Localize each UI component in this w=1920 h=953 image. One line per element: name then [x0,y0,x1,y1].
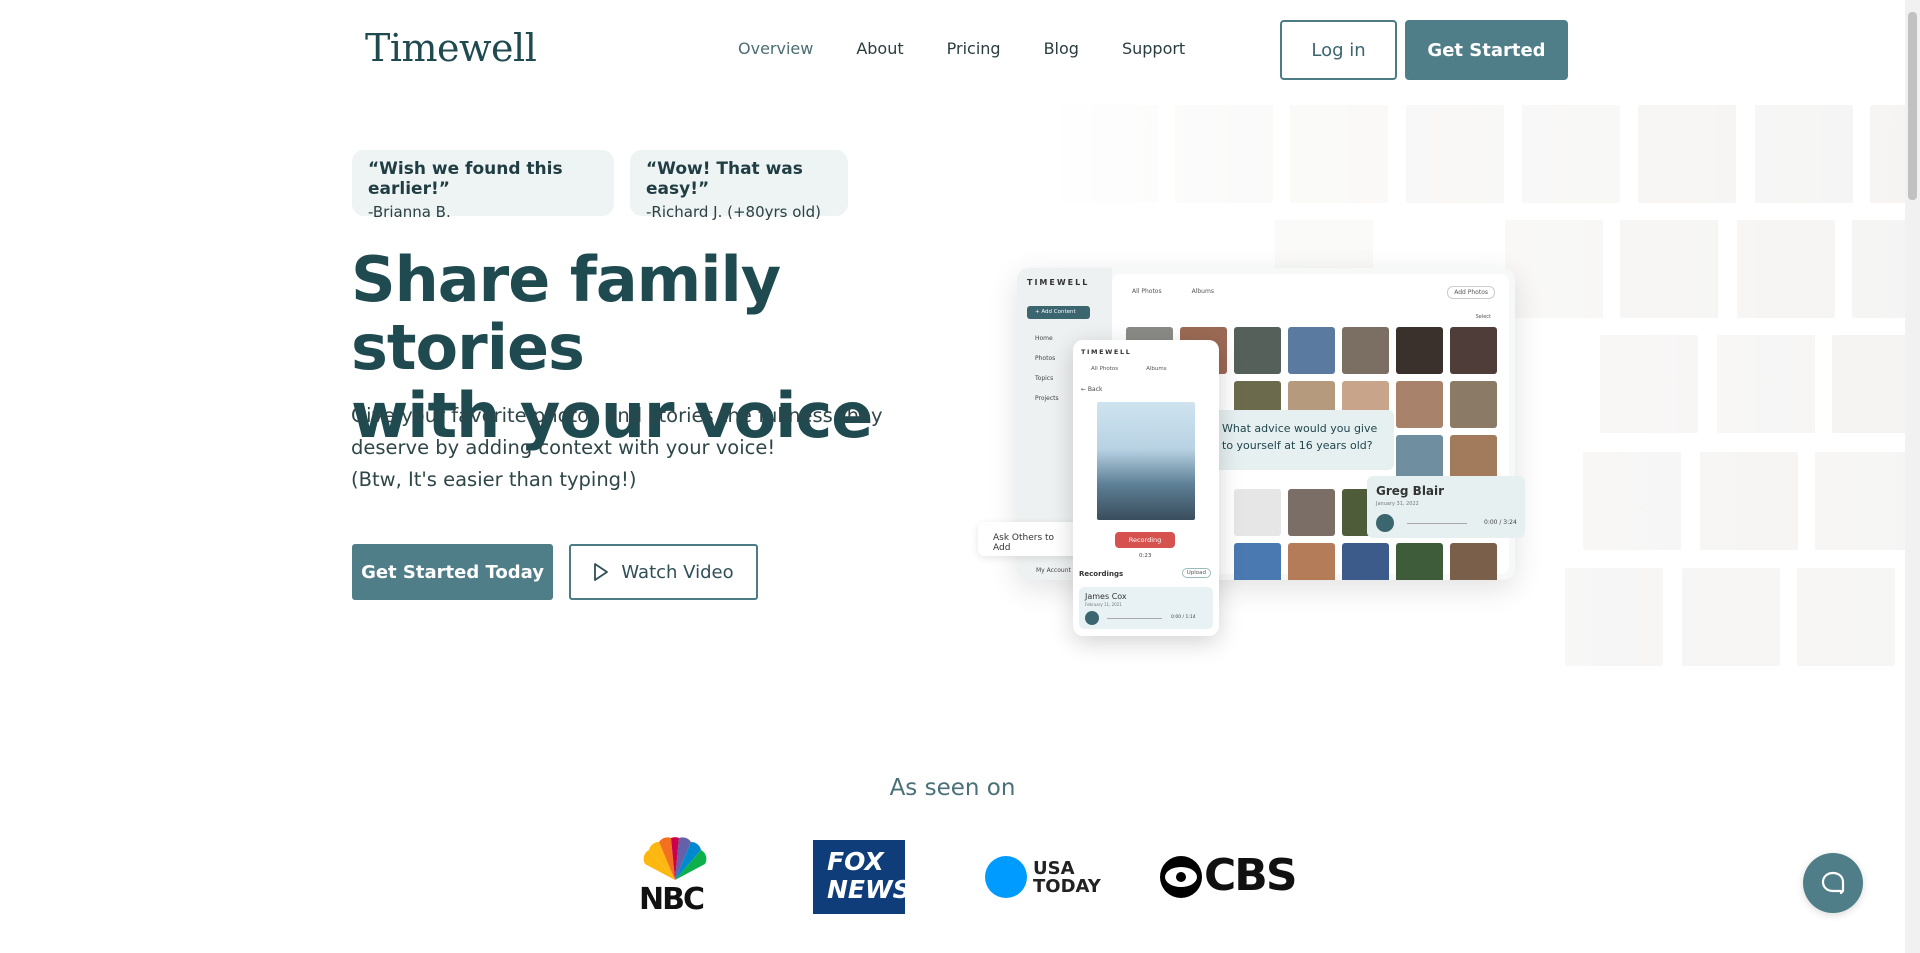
audio-date: January 31, 2022 [1376,501,1419,507]
cbs-wordmark: CBS [1204,850,1298,901]
testimonial-text: “Wow! That was easy!” [646,159,803,199]
hero-subtext-line: Give your favorite photos and stories th… [351,404,883,427]
phone-recordings-label: Recordings [1079,570,1124,578]
nav-link-overview[interactable]: Overview [738,39,813,58]
testimonial-card: “Wow! That was easy!” -Richard J. (+80yr… [630,150,848,221]
play-icon [1085,611,1099,625]
play-icon [594,563,609,581]
mockup-my-account: My Account [1036,567,1071,574]
testimonial-card: “Wish we found this earlier!” -Brianna B… [352,150,614,221]
nav-link-pricing[interactable]: Pricing [947,39,1001,58]
page-scrollbar[interactable] [1905,0,1920,953]
mockup-menu-item: Home [1035,335,1053,342]
mockup-phone: TIMEWELL All Photos Albums ← Back Record… [1073,340,1219,636]
usa-today-wordmark: USA TODAY [1033,858,1101,897]
mockup-select: Select [1475,314,1491,320]
phone-recording-card: James Cox February 11, 2021 0:00 / 1:14 [1079,587,1213,629]
nav-link-about[interactable]: About [856,39,903,58]
watch-video-button[interactable]: Watch Video [569,544,758,600]
mockup-tab: Albums [1191,288,1214,295]
testimonial-author: -Richard J. (+80yrs old) [646,203,821,221]
mockup-audio-card: Greg Blair January 31, 2022 0:00 / 3:24 [1367,476,1525,538]
phone-card-name: James Cox [1085,592,1127,601]
nav-links: Overview About Pricing Blog Support [738,39,1228,58]
mockup-ask-others: Ask Others to Add [978,522,1078,556]
testimonial-text: “Wish we found this earlier!” [368,159,563,199]
nbc-peacock-icon [643,837,707,880]
phone-tab: All Photos [1091,366,1119,372]
nav-link-blog[interactable]: Blog [1044,39,1079,58]
cbs-eye-icon [1160,856,1202,898]
watch-video-label: Watch Video [621,561,734,583]
phone-back: ← Back [1081,386,1103,393]
testimonial-author: -Brianna B. [368,203,451,221]
audio-time: 0:00 / 3:24 [1484,519,1517,526]
phone-tab: Albums [1146,366,1167,372]
hero-subtext-line: deserve by adding context with your voic… [351,436,776,459]
phone-card-time: 0:00 / 1:14 [1171,615,1196,620]
nav-link-support[interactable]: Support [1122,39,1185,58]
phone-progress-bar [1107,618,1162,619]
mockup-menu-item: Topics [1035,375,1054,382]
usa-today-dot-icon [985,856,1027,898]
fox-news-logo: FOX NEWS [813,840,911,914]
phone-photo [1097,402,1195,520]
hero-subtext-line: (Btw, It's easier than typing!) [351,468,637,491]
play-icon [1376,514,1394,532]
as-seen-on-title: As seen on [889,775,1016,801]
phone-logo: TIMEWELL [1081,348,1132,356]
phone-time: 0:23 [1139,553,1152,559]
mockup-question: What advice would you give to yourself a… [1214,410,1394,470]
login-button[interactable]: Log in [1280,20,1397,80]
get-started-button[interactable]: Get Started [1405,20,1568,80]
hero-headline-line: Share family stories [351,243,781,384]
top-nav: Timewell Overview About Pricing Blog Sup… [0,0,1905,100]
mockup-logo: TIMEWELL [1027,278,1090,287]
nbc-logo: NBC [633,836,717,920]
mockup-tab: All Photos [1132,288,1162,295]
scrollbar-thumb[interactable] [1908,12,1917,200]
cbs-logo: CBS [1160,836,1298,920]
fox-news-wordmark: FOX NEWS [827,847,911,904]
usa-today-logo: USA TODAY [985,836,1105,920]
phone-recording-button: Recording [1115,532,1175,548]
mockup-menu-item: Photos [1035,355,1056,362]
chat-launcher-button[interactable] [1803,853,1863,913]
site-logo[interactable]: Timewell [365,26,537,70]
phone-upload: Upload [1181,568,1211,578]
get-started-today-button[interactable]: Get Started Today [352,544,553,600]
mockup-add-photos: Add Photos [1447,286,1495,299]
mockup-add-content: + Add Content [1027,306,1090,319]
nbc-wordmark: NBC [639,882,705,917]
audio-progress-bar [1407,523,1467,524]
mockup-tabs: All Photos Albums [1132,288,1214,295]
phone-tabs: All Photos Albums [1091,366,1167,372]
chat-icon [1821,871,1845,895]
phone-card-date: February 11, 2021 [1085,602,1122,607]
mockup-menu-item: Projects [1035,395,1059,402]
hero-subtext: Give your favorite photos and stories th… [351,400,911,496]
audio-name: Greg Blair [1376,484,1445,498]
